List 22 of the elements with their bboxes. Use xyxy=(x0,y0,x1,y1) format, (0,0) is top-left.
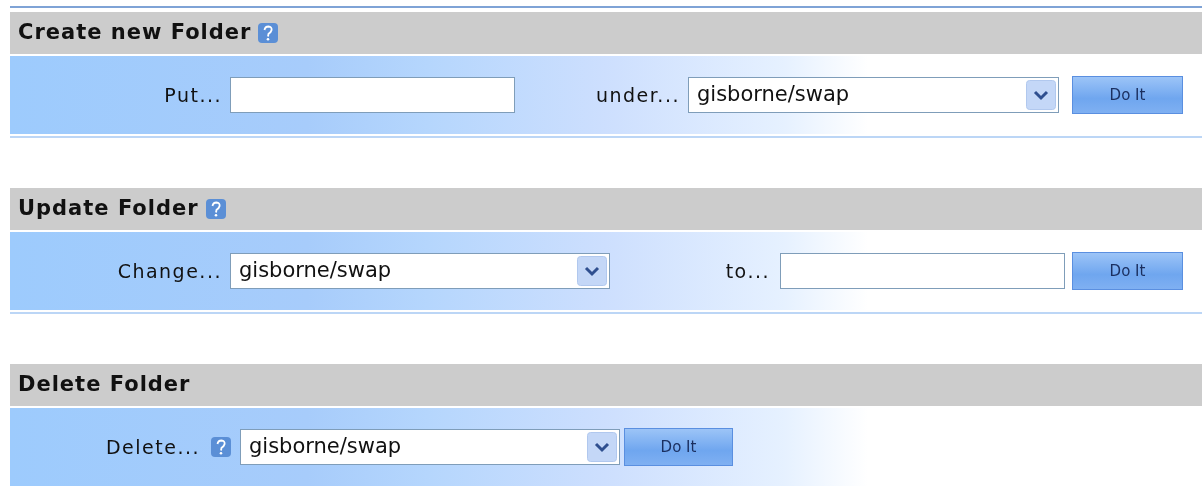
dropdown-caret-icon xyxy=(577,256,607,286)
field-label: Change... xyxy=(116,258,222,284)
do-it-button[interactable]: Do It xyxy=(1072,252,1183,290)
help-icon[interactable] xyxy=(210,436,232,458)
folder-select[interactable]: gisborne/swap xyxy=(240,429,620,465)
help-icon[interactable] xyxy=(257,22,280,44)
field-label: under... xyxy=(594,82,681,108)
dropdown-caret-icon xyxy=(587,432,617,462)
section-title: Delete Folder xyxy=(18,371,191,399)
help-icon[interactable] xyxy=(204,198,227,220)
dropdown-caret-icon xyxy=(1026,80,1056,110)
section-title: Create new Folder xyxy=(18,19,252,47)
section-title: Update Folder xyxy=(18,195,199,223)
field-label: to... xyxy=(724,258,771,284)
input-field[interactable] xyxy=(780,253,1065,289)
do-it-button[interactable]: Do It xyxy=(1072,76,1183,114)
field-label: Put... xyxy=(163,82,222,108)
do-it-button[interactable]: Do It xyxy=(624,428,733,466)
folder-select[interactable]: gisborne/swap xyxy=(688,77,1059,113)
input-field[interactable] xyxy=(230,77,515,113)
field-label: Delete... xyxy=(104,434,200,460)
folder-select[interactable]: gisborne/swap xyxy=(230,253,610,289)
